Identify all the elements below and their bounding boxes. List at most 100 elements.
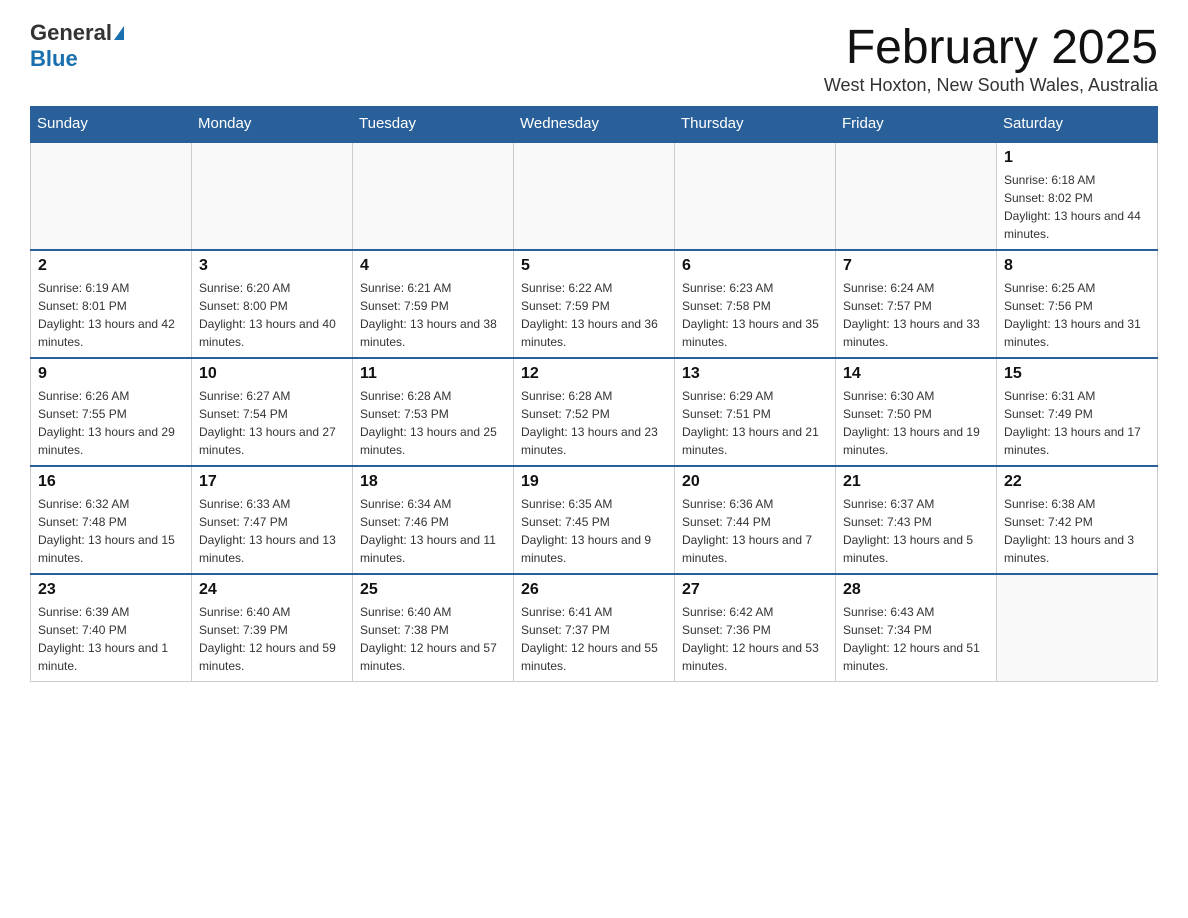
calendar-week-row: 2 Sunrise: 6:19 AMSunset: 8:01 PMDaylight… <box>31 250 1158 358</box>
day-number: 8 <box>1004 257 1150 275</box>
weekday-header-saturday: Saturday <box>997 107 1158 142</box>
calendar-cell: 6 Sunrise: 6:23 AMSunset: 7:58 PMDaylight… <box>675 250 836 358</box>
day-info: Sunrise: 6:41 AMSunset: 7:37 PMDaylight:… <box>521 603 667 675</box>
calendar-cell: 22Sunrise: 6:38 AMSunset: 7:42 PMDayligh… <box>997 466 1158 574</box>
weekday-header-friday: Friday <box>836 107 997 142</box>
day-info: Sunrise: 6:18 AMSunset: 8:02 PMDaylight:… <box>1004 171 1150 243</box>
day-info: Sunrise: 6:29 AMSunset: 7:51 PMDaylight:… <box>682 387 828 459</box>
calendar-cell: 17Sunrise: 6:33 AMSunset: 7:47 PMDayligh… <box>192 466 353 574</box>
calendar-cell: 25 Sunrise: 6:40 AMSunset: 7:38 PMDayligh… <box>353 574 514 682</box>
calendar-cell: 21 Sunrise: 6:37 AMSunset: 7:43 PMDayligh… <box>836 466 997 574</box>
day-number: 2 <box>38 257 184 275</box>
logo-blue: Blue <box>30 46 78 71</box>
day-number: 25 <box>360 581 506 599</box>
day-number: 17 <box>199 473 345 491</box>
calendar-cell <box>514 142 675 251</box>
day-number: 27 <box>682 581 828 599</box>
day-info: Sunrise: 6:27 AMSunset: 7:54 PMDaylight:… <box>199 387 345 459</box>
calendar-cell: 9 Sunrise: 6:26 AMSunset: 7:55 PMDaylight… <box>31 358 192 466</box>
calendar-week-row: 23Sunrise: 6:39 AMSunset: 7:40 PMDayligh… <box>31 574 1158 682</box>
calendar-cell <box>997 574 1158 682</box>
day-info: Sunrise: 6:36 AMSunset: 7:44 PMDaylight:… <box>682 495 828 567</box>
calendar-cell: 2 Sunrise: 6:19 AMSunset: 8:01 PMDaylight… <box>31 250 192 358</box>
calendar-cell: 20 Sunrise: 6:36 AMSunset: 7:44 PMDayligh… <box>675 466 836 574</box>
page-header: General Blue February 2025 West Hoxton, … <box>30 20 1158 96</box>
calendar-week-row: 1 Sunrise: 6:18 AMSunset: 8:02 PMDaylight… <box>31 142 1158 251</box>
day-number: 9 <box>38 365 184 383</box>
day-info: Sunrise: 6:37 AMSunset: 7:43 PMDaylight:… <box>843 495 989 567</box>
calendar-cell <box>192 142 353 251</box>
weekday-header-wednesday: Wednesday <box>514 107 675 142</box>
calendar-cell: 27Sunrise: 6:42 AMSunset: 7:36 PMDayligh… <box>675 574 836 682</box>
calendar-table: SundayMondayTuesdayWednesdayThursdayFrid… <box>30 106 1158 682</box>
calendar-week-row: 16 Sunrise: 6:32 AMSunset: 7:48 PMDayligh… <box>31 466 1158 574</box>
calendar-cell: 13 Sunrise: 6:29 AMSunset: 7:51 PMDayligh… <box>675 358 836 466</box>
calendar-cell: 12 Sunrise: 6:28 AMSunset: 7:52 PMDayligh… <box>514 358 675 466</box>
calendar-cell <box>836 142 997 251</box>
calendar-week-row: 9 Sunrise: 6:26 AMSunset: 7:55 PMDaylight… <box>31 358 1158 466</box>
calendar-cell: 10 Sunrise: 6:27 AMSunset: 7:54 PMDayligh… <box>192 358 353 466</box>
weekday-header-thursday: Thursday <box>675 107 836 142</box>
day-number: 12 <box>521 365 667 383</box>
calendar-cell: 18 Sunrise: 6:34 AMSunset: 7:46 PMDayligh… <box>353 466 514 574</box>
logo: General Blue <box>30 20 124 72</box>
day-number: 1 <box>1004 149 1150 167</box>
day-number: 22 <box>1004 473 1150 491</box>
day-info: Sunrise: 6:40 AMSunset: 7:38 PMDaylight:… <box>360 603 506 675</box>
calendar-cell: 7Sunrise: 6:24 AMSunset: 7:57 PMDaylight… <box>836 250 997 358</box>
day-info: Sunrise: 6:19 AMSunset: 8:01 PMDaylight:… <box>38 279 184 351</box>
calendar-cell: 8 Sunrise: 6:25 AMSunset: 7:56 PMDaylight… <box>997 250 1158 358</box>
day-info: Sunrise: 6:39 AMSunset: 7:40 PMDaylight:… <box>38 603 184 675</box>
day-info: Sunrise: 6:20 AMSunset: 8:00 PMDaylight:… <box>199 279 345 351</box>
day-number: 13 <box>682 365 828 383</box>
day-info: Sunrise: 6:35 AMSunset: 7:45 PMDaylight:… <box>521 495 667 567</box>
calendar-cell: 26 Sunrise: 6:41 AMSunset: 7:37 PMDayligh… <box>514 574 675 682</box>
weekday-header-tuesday: Tuesday <box>353 107 514 142</box>
title-block: February 2025 West Hoxton, New South Wal… <box>824 20 1158 96</box>
day-number: 20 <box>682 473 828 491</box>
day-number: 5 <box>521 257 667 275</box>
calendar-cell <box>31 142 192 251</box>
day-number: 14 <box>843 365 989 383</box>
day-number: 4 <box>360 257 506 275</box>
calendar-cell: 16 Sunrise: 6:32 AMSunset: 7:48 PMDayligh… <box>31 466 192 574</box>
logo-general: General <box>30 20 112 46</box>
calendar-cell: 19 Sunrise: 6:35 AMSunset: 7:45 PMDayligh… <box>514 466 675 574</box>
day-number: 26 <box>521 581 667 599</box>
day-info: Sunrise: 6:23 AMSunset: 7:58 PMDaylight:… <box>682 279 828 351</box>
day-number: 28 <box>843 581 989 599</box>
day-info: Sunrise: 6:43 AMSunset: 7:34 PMDaylight:… <box>843 603 989 675</box>
day-info: Sunrise: 6:32 AMSunset: 7:48 PMDaylight:… <box>38 495 184 567</box>
calendar-cell: 1 Sunrise: 6:18 AMSunset: 8:02 PMDaylight… <box>997 142 1158 251</box>
day-number: 21 <box>843 473 989 491</box>
calendar-cell: 14 Sunrise: 6:30 AMSunset: 7:50 PMDayligh… <box>836 358 997 466</box>
weekday-header-row: SundayMondayTuesdayWednesdayThursdayFrid… <box>31 107 1158 142</box>
weekday-header-monday: Monday <box>192 107 353 142</box>
day-info: Sunrise: 6:24 AMSunset: 7:57 PMDaylight:… <box>843 279 989 351</box>
month-title: February 2025 <box>824 20 1158 75</box>
day-info: Sunrise: 6:30 AMSunset: 7:50 PMDaylight:… <box>843 387 989 459</box>
calendar-cell: 4Sunrise: 6:21 AMSunset: 7:59 PMDaylight… <box>353 250 514 358</box>
day-info: Sunrise: 6:28 AMSunset: 7:53 PMDaylight:… <box>360 387 506 459</box>
day-info: Sunrise: 6:26 AMSunset: 7:55 PMDaylight:… <box>38 387 184 459</box>
day-info: Sunrise: 6:34 AMSunset: 7:46 PMDaylight:… <box>360 495 506 567</box>
day-number: 11 <box>360 365 506 383</box>
day-number: 16 <box>38 473 184 491</box>
day-info: Sunrise: 6:22 AMSunset: 7:59 PMDaylight:… <box>521 279 667 351</box>
day-number: 19 <box>521 473 667 491</box>
day-info: Sunrise: 6:25 AMSunset: 7:56 PMDaylight:… <box>1004 279 1150 351</box>
day-number: 3 <box>199 257 345 275</box>
location: West Hoxton, New South Wales, Australia <box>824 75 1158 96</box>
calendar-cell: 28 Sunrise: 6:43 AMSunset: 7:34 PMDayligh… <box>836 574 997 682</box>
day-info: Sunrise: 6:40 AMSunset: 7:39 PMDaylight:… <box>199 603 345 675</box>
logo-arrow-icon <box>114 26 124 40</box>
day-number: 6 <box>682 257 828 275</box>
calendar-cell: 15Sunrise: 6:31 AMSunset: 7:49 PMDayligh… <box>997 358 1158 466</box>
day-info: Sunrise: 6:28 AMSunset: 7:52 PMDaylight:… <box>521 387 667 459</box>
calendar-cell: 23Sunrise: 6:39 AMSunset: 7:40 PMDayligh… <box>31 574 192 682</box>
day-number: 18 <box>360 473 506 491</box>
day-number: 15 <box>1004 365 1150 383</box>
calendar-cell: 3 Sunrise: 6:20 AMSunset: 8:00 PMDaylight… <box>192 250 353 358</box>
weekday-header-sunday: Sunday <box>31 107 192 142</box>
day-number: 10 <box>199 365 345 383</box>
